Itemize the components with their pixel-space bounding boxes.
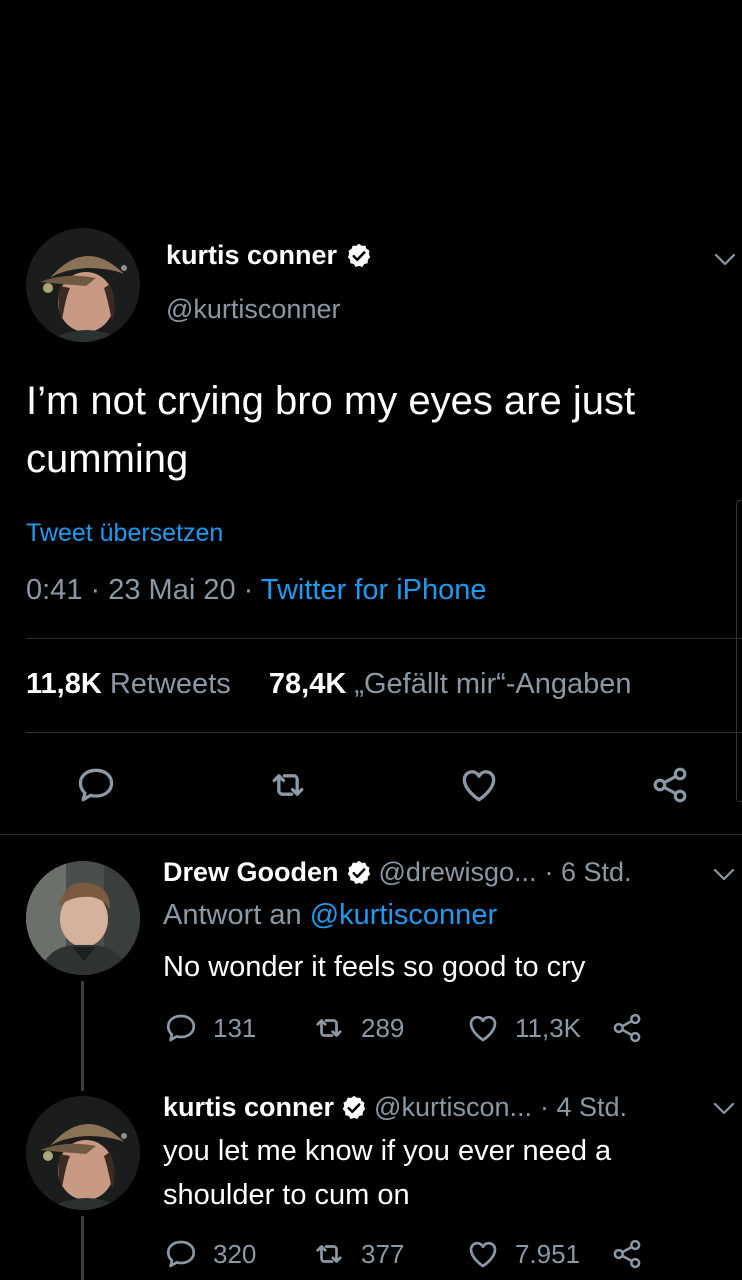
reply-author-avatar[interactable] [26, 1096, 140, 1210]
thread-line [81, 981, 84, 1091]
chevron-down-icon[interactable] [712, 1100, 736, 1116]
retweet-count: 289 [361, 1012, 405, 1043]
chevron-down-icon[interactable] [712, 866, 736, 882]
divider [26, 732, 742, 733]
like-icon[interactable] [457, 763, 501, 807]
reply-to-mention[interactable]: @kurtisconner [310, 899, 497, 931]
reply-icon[interactable] [74, 763, 118, 807]
verified-badge-icon [342, 1095, 366, 1119]
retweet-button[interactable]: 289 [311, 1010, 404, 1046]
like-button[interactable]: 7.951 [465, 1236, 580, 1272]
translate-tweet-link[interactable]: Tweet übersetzen [26, 519, 223, 548]
like-icon [469, 1241, 497, 1268]
scroll-indicator[interactable] [736, 500, 742, 802]
divider [26, 638, 742, 639]
main-author-name[interactable]: kurtis conner [166, 240, 337, 271]
reply-icon [166, 1240, 196, 1268]
retweet-icon [316, 1019, 342, 1037]
tweet-date: 23 Mai 20 [108, 574, 236, 606]
main-author-handle[interactable]: @kurtisconner [166, 294, 340, 325]
reply-text: No wonder it feels so good to cry [163, 951, 586, 983]
retweet-button[interactable]: 377 [311, 1236, 404, 1272]
share-icon [613, 1239, 641, 1269]
like-count: 11,3K [515, 1012, 582, 1043]
chevron-down-icon[interactable] [713, 250, 737, 268]
likes-stat[interactable]: 78,4K „Gefällt mir“-Angaben [269, 668, 632, 700]
reply-icon [166, 1014, 196, 1042]
tweet-time: 0:41 [26, 574, 83, 606]
share-icon[interactable] [648, 763, 692, 807]
reply-count: 320 [213, 1238, 257, 1269]
reply-button[interactable]: 131 [163, 1010, 256, 1046]
reply-author-name[interactable]: kurtis conner [163, 1092, 334, 1123]
main-author-name-row[interactable]: kurtis conner [166, 240, 373, 271]
thread-line [81, 1216, 84, 1280]
main-tweet-text: I’m not crying bro my eyes are just cumm… [26, 379, 636, 481]
retweet-icon[interactable] [266, 763, 310, 807]
reply-author-handle[interactable]: @drewisgo... [379, 857, 537, 888]
reply-time: · 4 Std. [540, 1092, 628, 1122]
retweet-icon [316, 1245, 342, 1263]
reply-action-bar: 131 289 11,3K [163, 1010, 663, 1050]
reply-button[interactable]: 320 [163, 1236, 256, 1272]
main-author-avatar[interactable] [26, 228, 140, 342]
reply-author-name[interactable]: Drew Gooden [163, 857, 339, 888]
divider [0, 834, 742, 835]
retweet-count: 377 [361, 1238, 405, 1269]
retweets-label: Retweets [109, 668, 231, 700]
reply-author-avatar[interactable] [26, 861, 140, 975]
tweet-meta: 0:41 · 23 Mai 20 · Twitter for iPhone [26, 574, 487, 607]
retweets-count: 11,8K [26, 668, 102, 700]
reply-header: Drew Gooden @drewisgo... · 6 Std. [163, 857, 632, 888]
retweets-stat[interactable]: 11,8K Retweets [26, 668, 231, 700]
reply-header: kurtis conner @kurtiscon... · 4 Std. [163, 1092, 627, 1123]
reply-action-bar: 320 377 7.951 [163, 1236, 663, 1276]
verified-badge-icon [347, 243, 371, 267]
tweet-detail-screen: kurtis conner @kurtisconner I’m not cryi… [0, 0, 742, 1280]
reply-to-line: Antwort an @kurtisconner [163, 899, 497, 932]
share-button[interactable] [609, 1010, 645, 1046]
reply-text: you let me know if you ever need a shoul… [163, 1135, 612, 1211]
like-button[interactable]: 11,3K [465, 1010, 581, 1046]
reply-time: · 6 Std. [544, 857, 632, 887]
reply-count: 131 [213, 1012, 257, 1043]
verified-badge-icon [347, 860, 370, 884]
reply-to-label: Antwort an [163, 899, 302, 931]
like-icon [469, 1015, 497, 1042]
likes-label: „Gefällt mir“-Angaben [354, 668, 632, 700]
meta-separator: · [90, 574, 109, 606]
tweet-source-link[interactable]: Twitter for iPhone [261, 574, 487, 606]
like-count: 7.951 [515, 1238, 581, 1269]
reply-author-handle[interactable]: @kurtiscon... [374, 1092, 532, 1123]
likes-count: 78,4K [268, 668, 347, 700]
meta-separator: · [243, 574, 261, 606]
share-button[interactable] [609, 1236, 645, 1272]
share-icon [613, 1013, 641, 1043]
tweet-stats: 11,8K Retweets 78,4K „Gefällt mir“-Angab… [26, 668, 632, 701]
